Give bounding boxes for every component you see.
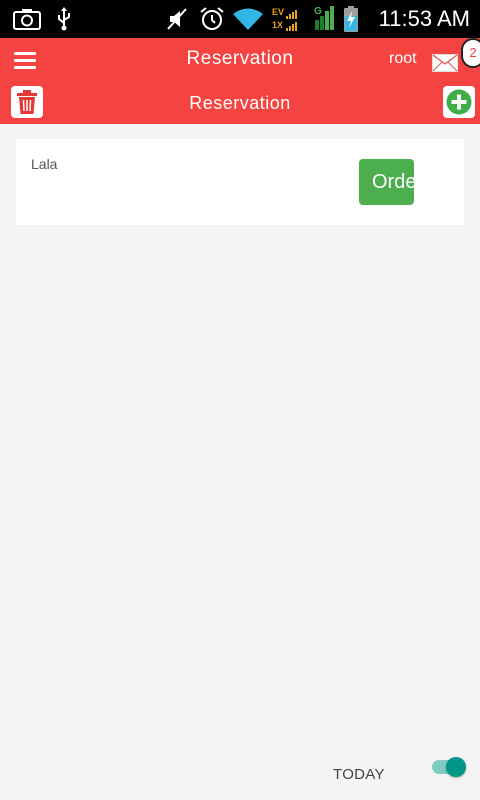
wifi-icon <box>232 6 264 32</box>
today-toggle[interactable] <box>430 757 468 777</box>
reservation-card: Lala Order <box>16 139 464 225</box>
trash-icon <box>17 90 37 114</box>
today-label: TODAY <box>333 766 385 783</box>
section-title: Reservation <box>189 93 291 113</box>
mail-icon <box>432 54 458 72</box>
notification-badge[interactable]: 2 <box>461 38 480 68</box>
status-time: 11:53 AM <box>378 6 470 31</box>
toggle-knob <box>446 757 466 777</box>
add-button[interactable] <box>443 86 475 118</box>
mute-icon <box>166 6 188 32</box>
signal-icon: G <box>313 6 337 32</box>
add-icon <box>446 89 472 115</box>
reservation-name: Lala <box>31 156 58 172</box>
network-indicator: EV 1X <box>272 8 302 34</box>
mail-button[interactable] <box>432 54 458 72</box>
camera-icon <box>13 6 41 32</box>
app-bar: Reservation root 2 Reservation <box>0 38 480 124</box>
order-button[interactable]: Order <box>359 159 414 205</box>
usb-icon <box>55 6 73 32</box>
status-bar: EV 1X G 11:53 AM <box>0 0 480 38</box>
battery-icon <box>343 6 359 32</box>
username[interactable]: root <box>389 50 417 68</box>
signal-label: G <box>314 6 322 17</box>
network-type-top: EV <box>272 7 285 17</box>
network-type-bottom: 1X <box>272 20 284 30</box>
delete-button[interactable] <box>11 86 43 118</box>
alarm-icon <box>199 6 225 32</box>
